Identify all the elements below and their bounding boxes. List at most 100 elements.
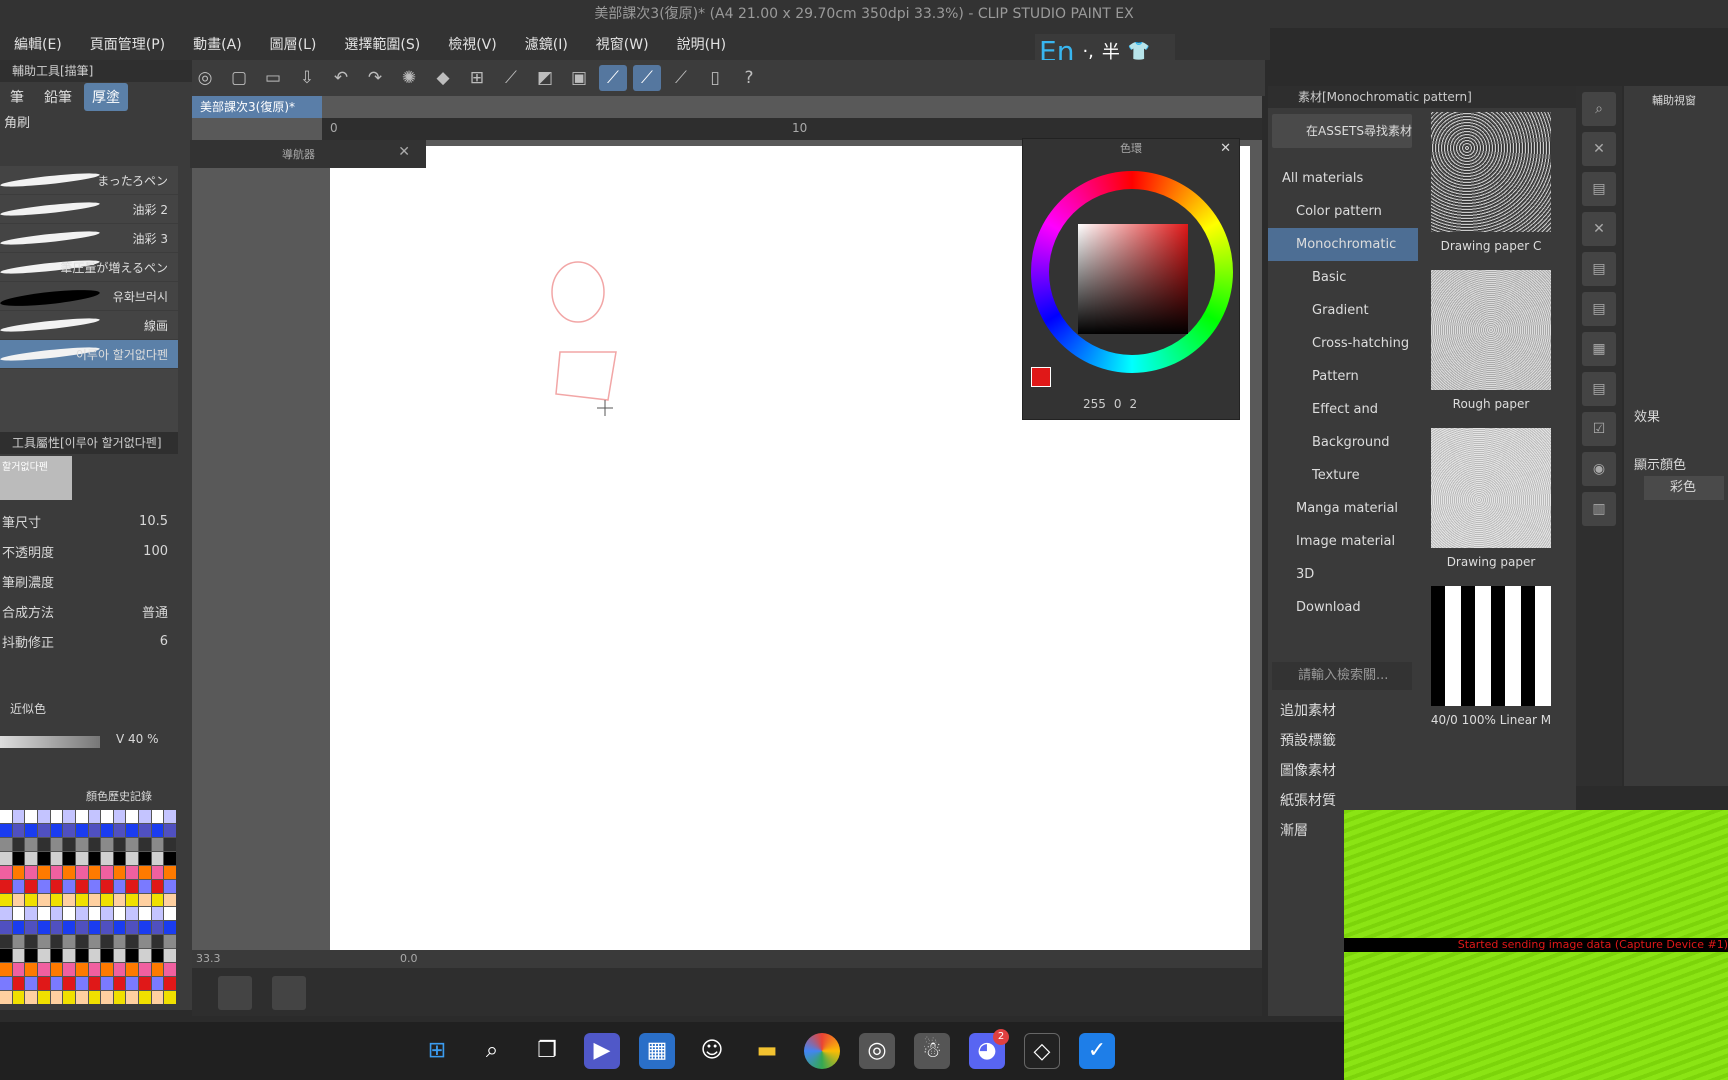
menu-view[interactable]: 檢視(V)	[448, 34, 497, 54]
page-icon[interactable]: ▤	[1582, 372, 1616, 406]
reference-icon[interactable]	[272, 976, 306, 1010]
palette-swatch[interactable]	[164, 991, 176, 1004]
palette-swatch[interactable]	[126, 907, 139, 921]
task-view-icon[interactable]: ❐	[529, 1033, 565, 1069]
palette-swatch[interactable]	[75, 949, 88, 963]
palette-swatch[interactable]	[37, 823, 50, 837]
clip-studio-icon[interactable]: ◎	[859, 1033, 895, 1069]
palette-swatch[interactable]	[50, 921, 63, 935]
palette-swatch[interactable]	[25, 963, 37, 977]
redo-icon[interactable]: ↷	[361, 65, 389, 91]
palette-swatch[interactable]	[12, 963, 25, 977]
material-icon[interactable]: ✕	[1582, 132, 1616, 166]
palette-swatch[interactable]	[37, 851, 50, 865]
palette-swatch[interactable]	[12, 991, 25, 1004]
palette-swatch[interactable]	[164, 893, 176, 907]
palette-swatch[interactable]	[50, 907, 63, 921]
palette-swatch[interactable]	[151, 963, 164, 977]
palette-swatch[interactable]	[0, 921, 12, 935]
palette-swatch[interactable]	[139, 893, 151, 907]
palette-swatch[interactable]	[0, 865, 12, 879]
palette-swatch[interactable]	[75, 810, 88, 823]
rotation-value[interactable]: 0.0	[400, 952, 418, 965]
palette-swatch[interactable]	[139, 879, 151, 893]
palette-swatch[interactable]	[151, 977, 164, 991]
palette-swatch[interactable]	[50, 949, 63, 963]
palette-swatch[interactable]	[63, 963, 75, 977]
palette-swatch[interactable]	[37, 963, 50, 977]
menu-selection[interactable]: 選擇範圍(S)	[344, 34, 420, 54]
palette-swatch[interactable]	[113, 907, 126, 921]
palette-swatch[interactable]	[101, 963, 113, 977]
palette-swatch[interactable]	[25, 837, 37, 851]
palette-swatch[interactable]	[113, 879, 126, 893]
palette-swatch[interactable]	[126, 935, 139, 949]
tree-item[interactable]: Manga material	[1268, 492, 1418, 525]
palette-swatch[interactable]	[50, 935, 63, 949]
palette-swatch[interactable]	[50, 963, 63, 977]
tree-item[interactable]: Basic	[1268, 261, 1418, 294]
palette-swatch[interactable]	[139, 949, 151, 963]
palette-swatch[interactable]	[113, 991, 126, 1004]
palette-swatch[interactable]	[113, 837, 126, 851]
material-thumb[interactable]	[1431, 270, 1551, 390]
palette-swatch[interactable]	[25, 921, 37, 935]
search-icon[interactable]: ⌕	[1582, 92, 1616, 126]
palette-swatch[interactable]	[63, 949, 75, 963]
palette-swatch[interactable]	[88, 963, 101, 977]
palette-swatch[interactable]	[0, 935, 12, 949]
tree-item[interactable]: Background	[1268, 426, 1418, 459]
palette-swatch[interactable]	[151, 823, 164, 837]
palette-swatch[interactable]	[63, 977, 75, 991]
palette-swatch[interactable]	[139, 921, 151, 935]
palette-swatch[interactable]	[164, 963, 176, 977]
palette-swatch[interactable]	[88, 935, 101, 949]
palette-swatch[interactable]	[75, 991, 88, 1004]
material-thumb[interactable]	[1431, 586, 1551, 706]
prop-row[interactable]: 不透明度 100	[0, 536, 178, 566]
page-icon[interactable]: ▤	[1582, 252, 1616, 286]
menu-filter[interactable]: 濾鏡(I)	[525, 34, 568, 54]
material-icon[interactable]: ✕	[1582, 212, 1616, 246]
prop-row[interactable]: 合成方法 普通	[0, 596, 178, 626]
palette-swatch[interactable]	[164, 879, 176, 893]
help-icon[interactable]: ?	[735, 65, 763, 91]
palette-swatch[interactable]	[12, 810, 25, 823]
palette-swatch[interactable]	[12, 851, 25, 865]
palette-swatch[interactable]	[101, 865, 113, 879]
palette-swatch[interactable]	[25, 907, 37, 921]
alien-icon[interactable]: ☺	[694, 1033, 730, 1069]
saturation-value-square[interactable]	[1078, 224, 1188, 334]
undo-icon[interactable]: ↶	[327, 65, 355, 91]
palette-swatch[interactable]	[139, 935, 151, 949]
palette-swatch[interactable]	[164, 837, 176, 851]
ime-punctuation[interactable]: ·,	[1082, 41, 1093, 62]
prop-row[interactable]: 筆尺寸 10.5	[0, 506, 178, 536]
zoom-value[interactable]: 33.3	[196, 952, 221, 965]
palette-swatch[interactable]	[88, 921, 101, 935]
palette-swatch[interactable]	[63, 851, 75, 865]
palette-swatch[interactable]	[12, 823, 25, 837]
palette-swatch[interactable]	[25, 865, 37, 879]
brush-item-selected[interactable]: 이루아 할거없다펜	[0, 340, 178, 369]
palette-swatch[interactable]	[37, 837, 50, 851]
palette-swatch[interactable]	[139, 823, 151, 837]
palette-swatch[interactable]	[101, 977, 113, 991]
palette-swatch[interactable]	[63, 991, 75, 1004]
palette-swatch[interactable]	[12, 893, 25, 907]
palette-swatch[interactable]	[101, 907, 113, 921]
brush-item[interactable]: 筆圧量が増えるペン	[0, 253, 178, 282]
menu-help[interactable]: 說明(H)	[677, 34, 726, 54]
subtab-pen[interactable]: 筆	[2, 83, 32, 111]
tag-item[interactable]: 追加素材	[1272, 696, 1412, 726]
palette-swatch[interactable]	[50, 893, 63, 907]
palette-swatch[interactable]	[151, 907, 164, 921]
palette-swatch[interactable]	[50, 837, 63, 851]
tree-item-selected[interactable]: Monochromatic	[1268, 228, 1418, 261]
palette-swatch[interactable]	[37, 921, 50, 935]
camera-icon[interactable]: ◉	[1582, 452, 1616, 486]
palette-swatch[interactable]	[139, 963, 151, 977]
palette-swatch[interactable]	[63, 935, 75, 949]
tree-item[interactable]: Cross-hatching	[1268, 327, 1418, 360]
palette-swatch[interactable]	[25, 949, 37, 963]
